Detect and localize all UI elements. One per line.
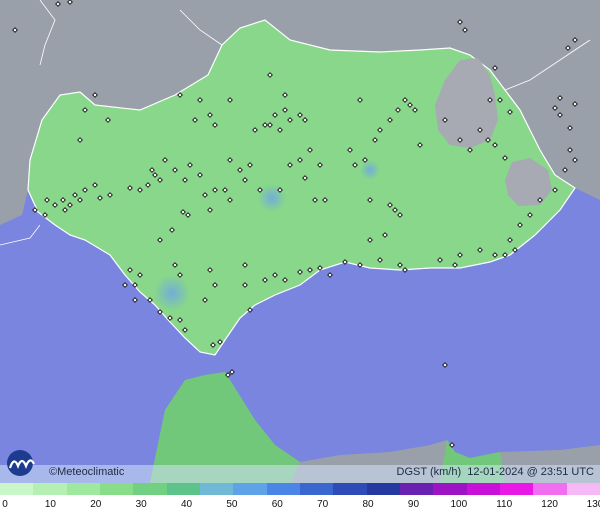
scale-label: 100 [450, 499, 468, 510]
meteoclimatic-logo-icon [7, 450, 35, 476]
scale-swatch [99, 483, 134, 495]
scale-swatch [33, 483, 67, 495]
scale-swatch [166, 483, 200, 495]
scale-label: 40 [180, 499, 193, 510]
scale-swatch [466, 483, 500, 495]
scale-swatch [366, 483, 400, 495]
color-scale: 0 10 20 30 40 50 60 70 80 90 100 110 120 130 [0, 483, 600, 517]
scale-label: 120 [541, 499, 558, 510]
scale-swatch [133, 483, 167, 495]
scale-label: 50 [226, 499, 238, 510]
scale-swatch [333, 483, 367, 495]
scale-label: 70 [317, 499, 329, 510]
scale-swatch [233, 483, 267, 495]
scale-swatch [266, 483, 300, 495]
calm-spot [154, 275, 190, 311]
scale-label: 80 [362, 499, 374, 510]
scale-label: 30 [135, 499, 147, 510]
scale-swatch [299, 483, 334, 495]
calm-spot [258, 184, 286, 212]
scale-swatch [433, 483, 467, 495]
datetime-label: 12-01-2024 @ 23:51 UTC [467, 466, 594, 478]
scale-label: 110 [496, 499, 513, 510]
map-info: DGST (km/h) 12-01-2024 @ 23:51 UTC [397, 466, 594, 478]
scale-label: 0 [2, 499, 8, 510]
brand-credit[interactable]: ©Meteoclimatic [49, 466, 124, 478]
scale-label: 90 [407, 499, 420, 510]
scale-swatch [0, 483, 34, 495]
scale-label: 10 [44, 499, 56, 510]
scale-swatch [399, 483, 434, 495]
map-canvas [0, 0, 600, 483]
scale-swatch [199, 483, 234, 495]
copyright-symbol: © [49, 466, 58, 478]
wind-gust-map[interactable] [0, 0, 600, 483]
scale-swatch [499, 483, 534, 495]
brand-name: Meteoclimatic [57, 466, 125, 478]
scale-swatch [66, 483, 100, 495]
scale-swatch [566, 483, 600, 495]
scale-label: 130 [586, 499, 600, 510]
scale-swatch [533, 483, 567, 495]
scale-label: 60 [271, 499, 283, 510]
scale-label: 20 [90, 499, 102, 510]
variable-label: DGST (km/h) [396, 466, 462, 478]
scale-bar [0, 483, 600, 495]
calm-spot [360, 160, 380, 180]
